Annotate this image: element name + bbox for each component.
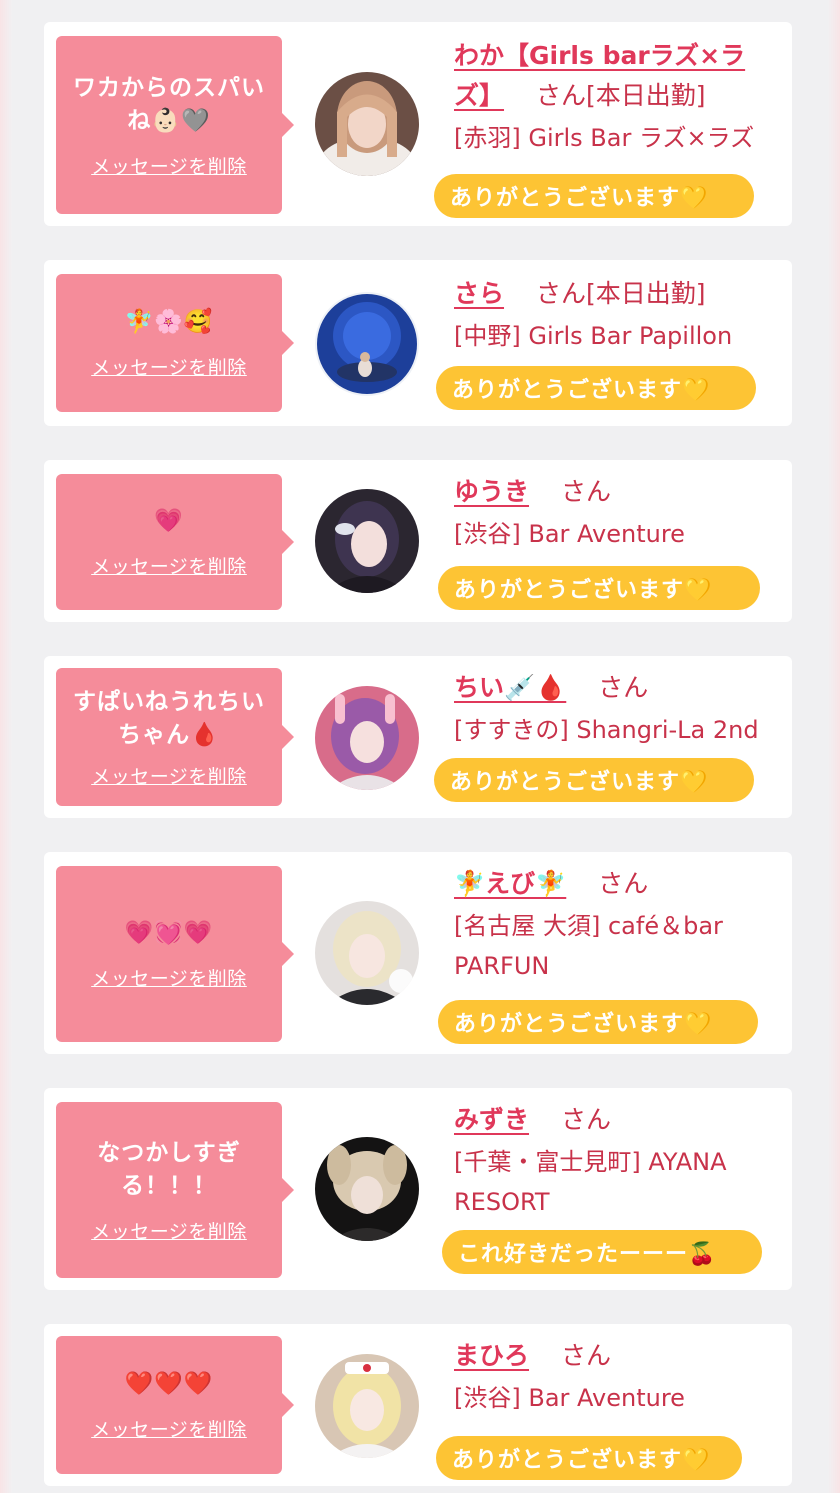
shop-name: [名古屋 大須] café＆bar PARFUN	[454, 912, 723, 980]
avatar[interactable]	[315, 72, 419, 176]
message-text: 💗	[154, 508, 184, 534]
reply-button[interactable]: ありがとうございます💛	[436, 1436, 742, 1480]
message-bubble: すぱいねうれちいちゃん🩸 メッセージを削除	[56, 668, 294, 806]
message-text: すぱいねうれちいちゃん🩸	[73, 688, 265, 748]
shop-name: [千葉・富士見町] AYANA RESORT	[454, 1148, 727, 1216]
message-bubble: なつかしすぎる！！！ メッセージを削除	[56, 1102, 294, 1278]
honorific-label: さん	[560, 477, 611, 506]
avatar-photo	[315, 1354, 419, 1458]
message-text: なつかしすぎる！！！	[97, 1139, 241, 1199]
shop-name: [赤羽] Girls Bar ラズ×ラズ	[454, 124, 755, 152]
honorific-label: さん	[598, 869, 649, 898]
shop-name: [中野] Girls Bar Papillon	[454, 322, 733, 350]
cast-name-link[interactable]: さら	[454, 279, 504, 308]
avatar[interactable]	[315, 292, 419, 396]
message-bubble: 🧚🌸🥰 メッセージを削除	[56, 274, 294, 412]
attendance-tag: [本日出勤]	[585, 81, 706, 110]
delete-message-link[interactable]: メッセージを削除	[91, 353, 247, 380]
shop-name: [渋谷] Bar Aventure	[454, 1384, 685, 1412]
message-bubble: ❤️❤️❤️ メッセージを削除	[56, 1336, 294, 1474]
message-bubble: ワカからのスパいね👶🏻🩶 メッセージを削除	[56, 36, 294, 214]
avatar[interactable]	[315, 1137, 419, 1241]
reply-button[interactable]: ありがとうございます💛	[438, 1000, 758, 1044]
cast-info: 🧚えび🧚 さん [名古屋 大須] café＆bar PARFUN	[454, 864, 784, 986]
delete-message-link[interactable]: メッセージを削除	[91, 762, 247, 789]
message-text: ワカからのスパいね👶🏻🩶	[73, 74, 265, 134]
attendance-tag: [本日出勤]	[585, 279, 706, 308]
avatar[interactable]	[315, 686, 419, 790]
reply-button[interactable]: ありがとうございます💛	[434, 758, 754, 802]
cast-info: さら さん[本日出勤] [中野] Girls Bar Papillon	[454, 274, 784, 356]
avatar-photo	[315, 901, 419, 1005]
honorific-label: さん	[560, 1105, 611, 1134]
cast-info: まひろ さん [渋谷] Bar Aventure	[454, 1336, 784, 1418]
message-bubble: 💗💓💗 メッセージを削除	[56, 866, 294, 1042]
honorific-label: さん	[598, 673, 649, 702]
message-text: 💗💓💗	[124, 920, 214, 946]
avatar-photo	[315, 292, 419, 396]
delete-message-link[interactable]: メッセージを削除	[91, 1217, 247, 1244]
message-bubble: 💗 メッセージを削除	[56, 474, 294, 610]
avatar[interactable]	[315, 901, 419, 1005]
cast-name-link[interactable]: みずき	[454, 1105, 529, 1134]
page-edge-right	[828, 0, 840, 1493]
reply-button[interactable]: ありがとうございます💛	[436, 366, 756, 410]
message-card: すぱいねうれちいちゃん🩸 メッセージを削除 ちい💉🩸 さん [すすきの] Sha…	[44, 656, 792, 818]
cast-name-link[interactable]: ちい💉🩸	[454, 673, 566, 702]
cast-name-link[interactable]: まひろ	[454, 1341, 529, 1370]
avatar-photo	[315, 489, 419, 593]
cast-name-link[interactable]: ゆうき	[454, 477, 529, 506]
shop-name: [すすきの] Shangri-La 2nd	[454, 716, 759, 744]
message-card: 🧚🌸🥰 メッセージを削除 さら さん[本日出勤] [中野] Girls Bar …	[44, 260, 792, 426]
message-card: なつかしすぎる！！！ メッセージを削除 みずき さん [千葉・富士見町] AYA…	[44, 1088, 792, 1290]
delete-message-link[interactable]: メッセージを削除	[91, 1415, 247, 1442]
message-card: 💗 メッセージを削除 ゆうき さん [渋谷] Bar Aventure ありがと…	[44, 460, 792, 622]
message-text: 🧚🌸🥰	[124, 309, 214, 335]
message-card: ワカからのスパいね👶🏻🩶 メッセージを削除 わか【Girls barラズ×ラズ】…	[44, 22, 792, 226]
avatar-photo	[315, 1137, 419, 1241]
page-edge-left	[0, 0, 12, 1493]
message-card: ❤️❤️❤️ メッセージを削除 まひろ さん [渋谷] Bar Aventure…	[44, 1324, 792, 1486]
cast-info: ゆうき さん [渋谷] Bar Aventure	[454, 472, 784, 554]
cast-name-link[interactable]: 🧚えび🧚	[454, 869, 566, 898]
avatar-photo	[315, 72, 419, 176]
delete-message-link[interactable]: メッセージを削除	[91, 964, 247, 991]
message-text: ❤️❤️❤️	[124, 1371, 214, 1397]
reply-button[interactable]: これ好きだったーーー🍒	[442, 1230, 762, 1274]
delete-message-link[interactable]: メッセージを削除	[91, 552, 247, 579]
avatar[interactable]	[315, 489, 419, 593]
avatar[interactable]	[315, 1354, 419, 1458]
reply-button[interactable]: ありがとうございます💛	[434, 174, 754, 218]
delete-message-link[interactable]: メッセージを削除	[91, 152, 247, 179]
honorific-label: さん	[560, 1341, 611, 1370]
message-card: 💗💓💗 メッセージを削除 🧚えび🧚 さん [名古屋 大須] café＆bar P…	[44, 852, 792, 1054]
honorific-label: さん	[535, 81, 586, 110]
cast-info: みずき さん [千葉・富士見町] AYANA RESORT	[454, 1100, 784, 1222]
shop-name: [渋谷] Bar Aventure	[454, 520, 685, 548]
cast-info: ちい💉🩸 さん [すすきの] Shangri-La 2nd	[454, 668, 784, 750]
honorific-label: さん	[535, 279, 586, 308]
cast-info: わか【Girls barラズ×ラズ】 さん[本日出勤] [赤羽] Girls B…	[454, 36, 784, 158]
avatar-photo	[315, 686, 419, 790]
reply-button[interactable]: ありがとうございます💛	[438, 566, 760, 610]
